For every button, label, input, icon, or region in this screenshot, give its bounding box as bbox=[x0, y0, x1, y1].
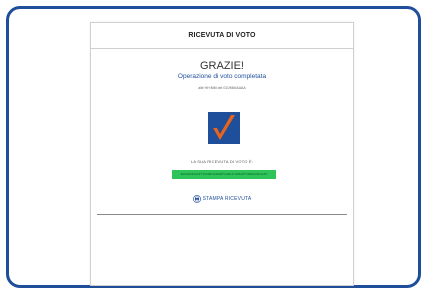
receipt-card: RICEVUTA DI VOTO GRAZIE! Operazione di v… bbox=[90, 22, 354, 286]
vote-timestamp: alle HH:MM del GG/MM/AAAA bbox=[198, 86, 246, 90]
receipt-code: 8e5a9c0d4e1f7a3b2c6d9e0f1a2b3c4d5e6f7a8b… bbox=[172, 170, 276, 179]
card-header: RICEVUTA DI VOTO bbox=[91, 23, 353, 49]
receipt-label: LA SUA RICEVUTA DI VOTO È: bbox=[190, 159, 254, 164]
page-title: RICEVUTA DI VOTO bbox=[188, 32, 256, 39]
confirmation-subtitle: Operazione di voto completata bbox=[177, 73, 267, 80]
print-receipt-button[interactable]: STAMPA RICEVUTA bbox=[91, 195, 353, 203]
divider bbox=[97, 214, 347, 215]
voting-check-logo-icon bbox=[207, 111, 241, 145]
thanks-heading: GRAZIE! bbox=[199, 60, 244, 72]
print-receipt-label: STAMPA RICEVUTA bbox=[202, 196, 252, 202]
printer-icon bbox=[192, 195, 201, 203]
